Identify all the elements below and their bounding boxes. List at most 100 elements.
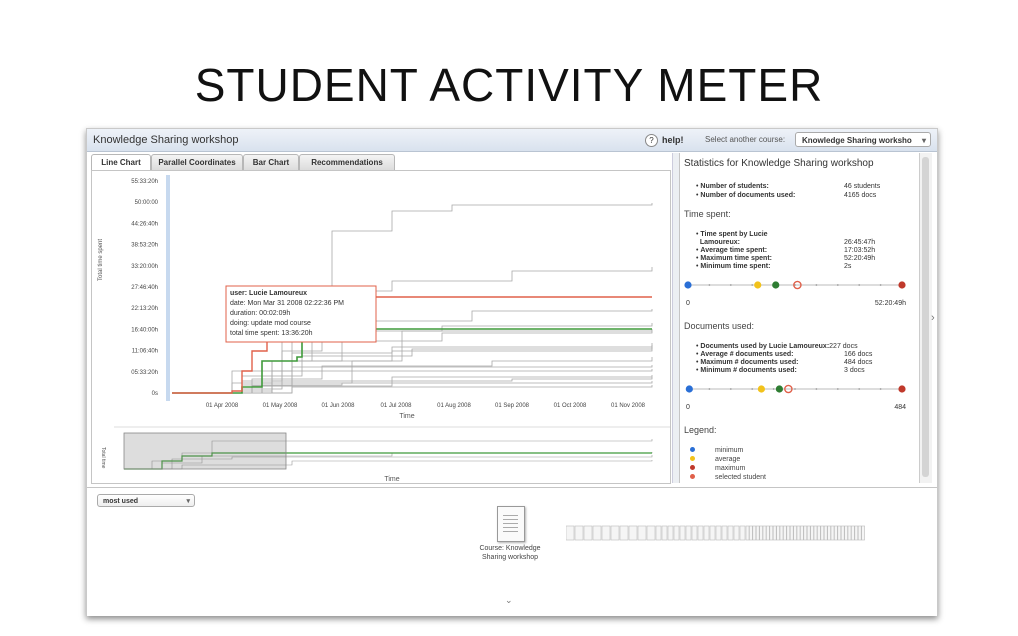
time-scale-max: 52:20:49h (875, 300, 906, 307)
document-thumbnail[interactable] (813, 525, 818, 541)
course-caption-line-1: Course: Knowledge (479, 545, 541, 552)
document-thumbnail[interactable] (592, 525, 602, 541)
student-line[interactable] (172, 375, 653, 394)
scale-tick (858, 388, 861, 390)
document-thumbnail[interactable] (749, 525, 753, 541)
help-icon[interactable]: ? (645, 134, 658, 147)
document-thumbnail[interactable] (655, 525, 662, 541)
document-thumbnail[interactable] (739, 525, 746, 541)
document-thumbnail[interactable] (820, 525, 825, 541)
tooltip-user: user: Lucie Lamoureux (230, 290, 307, 297)
document-thumbnail[interactable] (830, 525, 835, 541)
stat-value: 2s (844, 263, 852, 270)
document-thumbnail[interactable] (772, 525, 777, 541)
document-thumbnail[interactable] (854, 525, 859, 541)
stat-min-time: • Minimum time spent: 2s (696, 263, 852, 270)
document-thumbnail[interactable] (733, 525, 740, 541)
document-thumbnail[interactable] (673, 525, 680, 541)
document-thumbnail[interactable] (759, 525, 763, 541)
document-thumbnail[interactable] (619, 525, 629, 541)
document-thumbnail[interactable] (834, 525, 838, 541)
document-thumbnail[interactable] (601, 525, 611, 541)
document-thumbnail[interactable] (762, 525, 767, 541)
course-document-icon[interactable] (497, 506, 525, 542)
document-thumbnail[interactable] (769, 525, 774, 541)
y-tick-label: 44:26:40h (131, 221, 158, 227)
document-thumbnail[interactable] (745, 525, 750, 541)
document-thumbnail[interactable] (691, 525, 698, 541)
sort-dropdown[interactable]: most used ▾ (97, 494, 195, 507)
scale-tick (815, 284, 818, 286)
chevron-down-icon: ▾ (186, 498, 190, 505)
document-thumbnail[interactable] (793, 525, 797, 541)
document-thumbnail[interactable] (800, 525, 804, 541)
overview-brush[interactable] (123, 432, 287, 470)
document-thumbnail[interactable] (847, 525, 852, 541)
document-thumbnail[interactable] (796, 525, 801, 541)
document-thumbnail[interactable] (752, 525, 757, 541)
document-thumbnail-strip[interactable] (566, 524, 866, 542)
document-thumbnail[interactable] (709, 525, 716, 541)
document-thumbnail[interactable] (755, 525, 760, 541)
document-thumbnail[interactable] (766, 525, 770, 541)
document-thumbnail[interactable] (721, 525, 728, 541)
student-line[interactable] (172, 343, 653, 394)
scale-tick (879, 388, 882, 390)
document-thumbnail[interactable] (574, 525, 584, 541)
maximum-marker (898, 281, 906, 289)
document-thumbnail[interactable] (703, 525, 710, 541)
sort-dropdown-value: most used (103, 498, 139, 505)
document-thumbnail[interactable] (810, 525, 814, 541)
document-thumbnail[interactable] (806, 525, 811, 541)
document-thumbnail[interactable] (861, 525, 865, 541)
stats-scrollbar-thumb[interactable] (922, 157, 929, 477)
document-thumbnail[interactable] (679, 525, 686, 541)
help-link[interactable]: ? help! (645, 134, 684, 147)
help-label[interactable]: help! (662, 135, 684, 145)
doc-line (503, 519, 518, 520)
document-thumbnail[interactable] (646, 525, 656, 541)
y-axis-scrubber[interactable] (166, 175, 170, 401)
document-thumbnail[interactable] (840, 525, 845, 541)
document-thumbnail[interactable] (628, 525, 638, 541)
document-thumbnail[interactable] (779, 525, 784, 541)
overview-chart[interactable]: Total time Time (100, 426, 670, 483)
stat-label: Minimum time spent: (700, 263, 771, 270)
document-thumbnail[interactable] (637, 525, 647, 541)
document-thumbnail[interactable] (667, 525, 674, 541)
app-title: Knowledge Sharing workshop (93, 134, 239, 146)
line-chart[interactable]: 55:33:20h 50:00:00 44:26:40h 38:53:20h 33:20… (92, 171, 670, 483)
document-thumbnail[interactable] (776, 525, 780, 541)
document-thumbnail[interactable] (783, 525, 787, 541)
document-thumbnail[interactable] (789, 525, 794, 541)
stat-docs-by: • Documents used by Lucie Lamoureux:227 … (696, 343, 858, 350)
document-thumbnail[interactable] (697, 525, 704, 541)
document-thumbnail[interactable] (610, 525, 620, 541)
document-thumbnail[interactable] (827, 525, 831, 541)
stat-label: Maximum time spent: (700, 255, 772, 262)
tab-line-chart[interactable]: Line Chart (91, 154, 151, 170)
document-thumbnail[interactable] (837, 525, 842, 541)
expand-handle-icon[interactable]: ⌄ (505, 595, 513, 606)
y-tick-label: 05:33:20h (131, 370, 158, 376)
document-thumbnail[interactable] (851, 525, 855, 541)
tab-parallel-coordinates[interactable]: Parallel Coordinates (151, 154, 243, 170)
document-thumbnail[interactable] (817, 525, 821, 541)
x-tick-label: 01 Apr 2008 (206, 403, 239, 409)
document-thumbnails[interactable] (566, 525, 865, 541)
tab-bar-chart[interactable]: Bar Chart (243, 154, 299, 170)
tab-recommendations[interactable]: Recommendations (299, 154, 395, 170)
document-thumbnail[interactable] (715, 525, 722, 541)
document-thumbnail[interactable] (857, 525, 862, 541)
document-thumbnail[interactable] (844, 525, 848, 541)
document-thumbnail[interactable] (583, 525, 593, 541)
document-thumbnail[interactable] (685, 525, 692, 541)
document-thumbnail[interactable] (803, 525, 808, 541)
document-thumbnail[interactable] (823, 525, 828, 541)
course-select[interactable]: Knowledge Sharing worksho ▾ (795, 132, 931, 147)
document-thumbnail[interactable] (566, 525, 575, 541)
collapse-arrow-icon[interactable]: › (931, 312, 935, 324)
document-thumbnail[interactable] (727, 525, 734, 541)
document-thumbnail[interactable] (661, 525, 668, 541)
document-thumbnail[interactable] (786, 525, 791, 541)
